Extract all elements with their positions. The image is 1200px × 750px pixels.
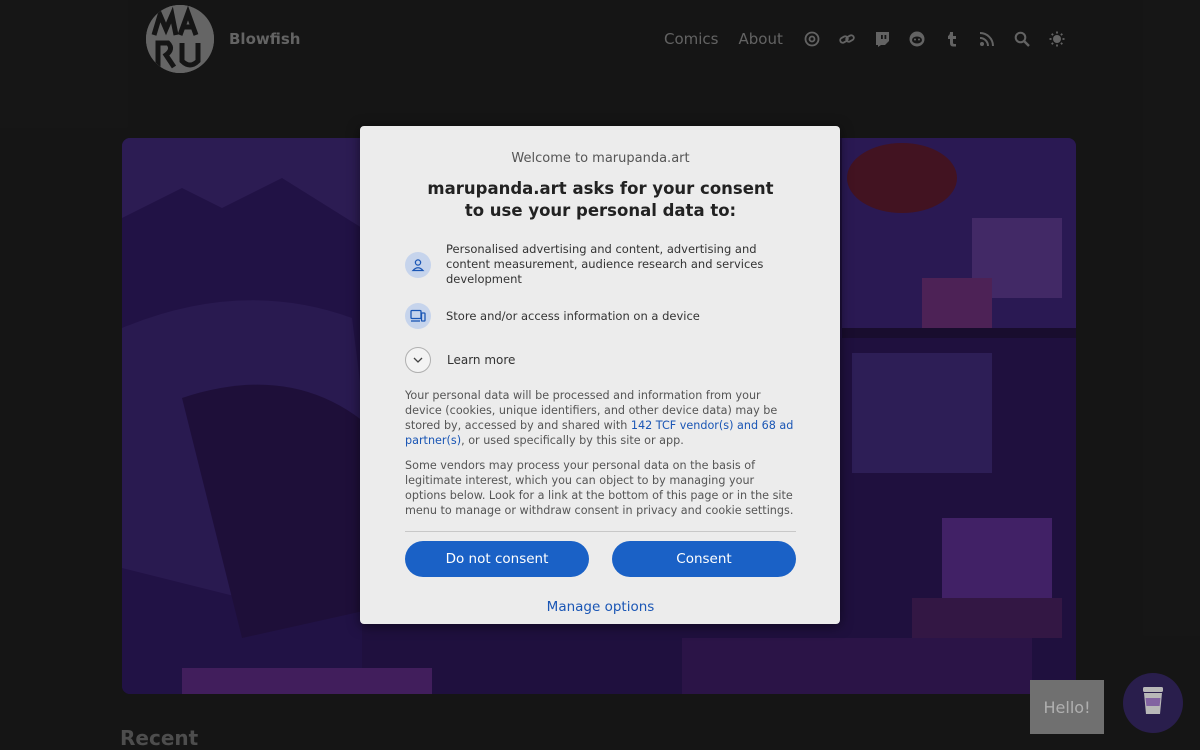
do-not-consent-button[interactable]: Do not consent (405, 541, 589, 577)
purpose-text: Personalised advertising and content, ad… (446, 242, 764, 286)
learn-more-label[interactable]: Learn more (447, 353, 515, 367)
manage-options-link[interactable]: Manage options (405, 599, 796, 615)
purpose-text: Store and/or access information on a dev… (446, 308, 700, 323)
dialog-welcome: Welcome to marupanda.art (511, 151, 690, 166)
dialog-headline: marupanda.art asks for your consent to u… (427, 179, 774, 220)
dialog-divider (405, 531, 796, 532)
legitimate-interest-paragraph: Some vendors may process your personal d… (405, 459, 794, 517)
purpose-personalised-ads: Personalised advertising and content, ad… (405, 242, 796, 287)
device-icon (405, 303, 431, 329)
consent-dialog: Welcome to marupanda.art marupanda.art a… (360, 126, 840, 624)
person-icon (405, 251, 431, 278)
chevron-down-icon[interactable] (405, 347, 431, 373)
learn-more-row[interactable]: Learn more (405, 347, 796, 373)
consent-buttons: Do not consent Consent (405, 541, 796, 577)
data-processing-paragraph: Your personal data will be processed and… (405, 389, 794, 447)
consent-button[interactable]: Consent (612, 541, 796, 577)
purpose-device-storage: Store and/or access information on a dev… (405, 303, 796, 329)
